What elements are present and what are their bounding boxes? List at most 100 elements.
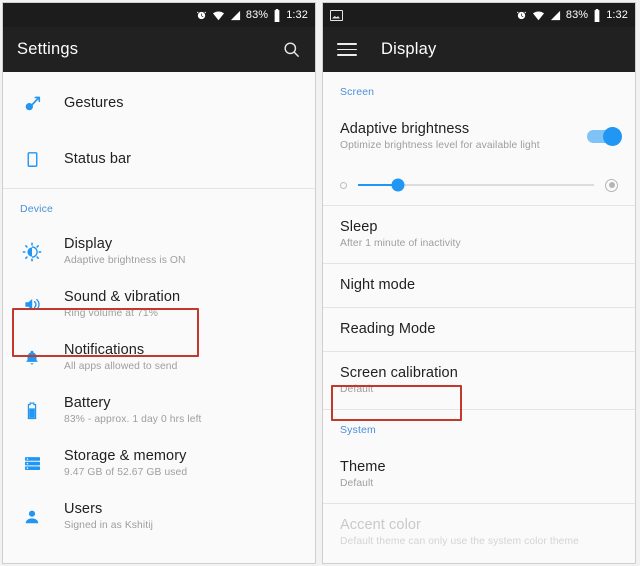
display-row-text: Screen calibration Default [340,365,458,397]
row-title: Battery [64,394,111,411]
gestures-icon [19,94,45,113]
status-bar-right-icons: 83% 1:32 [516,8,628,22]
row-subtitle: 83% - approx. 1 day 0 hrs left [64,413,202,425]
settings-row-text: Display Adaptive brightness is ON [64,236,186,268]
display-row-theme[interactable]: Theme Default [323,446,635,503]
row-title: Display [64,235,113,252]
volume-icon [19,295,45,314]
settings-row-users[interactable]: Users Signed in as Kshitij [3,490,315,543]
brightness-slider-row[interactable] [323,165,635,205]
page-title: Display [381,40,437,58]
display-row-reading-mode[interactable]: Reading Mode [323,308,635,351]
clock-time: 1:32 [606,9,628,21]
row-title: Sound & vibration [64,288,181,305]
display-row-text: Reading Mode [340,321,436,338]
status-bar-icon [19,151,45,168]
alarm-icon [196,10,207,21]
settings-row-text: Sound & vibration Ring volume at 71% [64,289,180,321]
clock-time: 1:32 [286,9,308,21]
row-title: Theme [340,458,386,475]
row-title: Adaptive brightness [340,120,470,137]
wifi-icon [212,10,225,21]
settings-row-battery[interactable]: Battery 83% - approx. 1 day 0 hrs left [3,384,315,437]
settings-row-gestures[interactable]: Gestures [3,76,315,131]
row-title: Gestures [64,95,124,111]
settings-row-storage-memory[interactable]: Storage & memory 9.47 GB of 52.67 GB use… [3,437,315,490]
hamburger-icon[interactable] [337,43,357,56]
signal-icon [550,10,561,21]
brightness-low-icon [340,181,347,189]
row-title: Sleep [340,218,378,235]
row-subtitle: Default theme can only use the system co… [340,535,579,547]
slider-thumb[interactable] [391,178,405,192]
row-subtitle: Signed in as Kshitij [64,519,154,531]
settings-app-bar: Settings [3,27,315,72]
row-title: Night mode [340,277,416,293]
battery-percent-text: 83% [565,9,589,21]
settings-row-text: Battery 83% - approx. 1 day 0 hrs left [64,395,202,427]
wifi-icon [532,10,545,21]
search-icon[interactable] [282,40,301,59]
settings-row-status-bar[interactable]: Status bar [3,131,315,188]
page-title: Settings [17,40,79,58]
battery-icon [593,8,601,22]
person-icon [19,508,45,526]
right-phone-screen-display: 83% 1:32 Display Screen Adaptive brightn… [322,2,636,564]
battery-percent-text: 83% [245,9,269,21]
row-subtitle: Optimize brightness level for available … [340,139,540,151]
display-row-accent-color: Accent color Default theme can only use … [323,504,635,561]
settings-row-display[interactable]: Display Adaptive brightness is ON [3,225,315,278]
brightness-slider[interactable] [358,178,594,192]
settings-row-text: Notifications All apps allowed to send [64,342,177,374]
settings-list[interactable]: Gestures Status bar Device Display Adapt… [3,76,315,563]
settings-row-text: Storage & memory 9.47 GB of 52.67 GB use… [64,448,187,480]
display-row-text: Theme Default [340,459,386,491]
status-bar-left: 83% 1:32 [3,3,315,27]
left-phone-screen-settings: 83% 1:32 Settings Gestures Status bar De… [2,2,316,564]
display-row-text: Sleep After 1 minute of inactivity [340,219,461,251]
display-row-text: Adaptive brightness Optimize brightness … [340,121,540,153]
display-app-bar: Display [323,27,635,72]
battery-icon [19,402,45,420]
row-title: Screen calibration [340,364,458,381]
row-subtitle: Default [340,477,374,489]
status-bar-right: 83% 1:32 [323,3,635,27]
settings-row-text: Status bar [64,151,131,168]
battery-icon [273,8,281,22]
display-row-sleep[interactable]: Sleep After 1 minute of inactivity [323,206,635,263]
row-subtitle: Adaptive brightness is ON [64,254,186,266]
alarm-icon [516,10,527,21]
row-subtitle: 9.47 GB of 52.67 GB used [64,466,188,478]
section-label-screen: Screen [340,86,375,98]
storage-icon [19,454,45,473]
display-row-text: Accent color Default theme can only use … [340,517,579,549]
image-icon [330,9,343,21]
bell-icon [19,349,45,367]
row-subtitle: Default [340,383,374,395]
display-row-screen-calibration[interactable]: Screen calibration Default [323,352,635,409]
display-list[interactable]: Screen Adaptive brightness Optimize brig… [323,72,635,563]
display-row-night-mode[interactable]: Night mode [323,264,635,307]
brightness-high-icon [605,178,618,192]
row-title: Reading Mode [340,321,436,337]
display-row-adaptive-brightness[interactable]: Adaptive brightness Optimize brightness … [323,108,635,165]
row-title: Accent color [340,516,421,533]
row-title: Storage & memory [64,447,187,464]
status-bar-right-icons: 83% 1:32 [196,8,308,22]
display-row-text: Night mode [340,277,415,294]
row-subtitle: All apps allowed to send [64,360,178,372]
settings-row-sound-vibration[interactable]: Sound & vibration Ring volume at 71% [3,278,315,331]
signal-icon [230,10,241,21]
settings-row-text: Users Signed in as Kshitij [64,501,153,533]
row-title: Users [64,500,103,517]
row-subtitle: Ring volume at 71% [64,307,158,319]
status-bar-left-icons [330,9,516,21]
section-label-device: Device [20,203,53,215]
settings-row-notifications[interactable]: Notifications All apps allowed to send [3,331,315,384]
row-title: Notifications [64,341,145,358]
screenshot-stage: 83% 1:32 Settings Gestures Status bar De… [0,0,640,566]
section-label-system: System [340,424,376,436]
brightness-icon [19,242,45,262]
row-title: Status bar [64,151,132,167]
adaptive-brightness-toggle[interactable] [587,126,622,146]
